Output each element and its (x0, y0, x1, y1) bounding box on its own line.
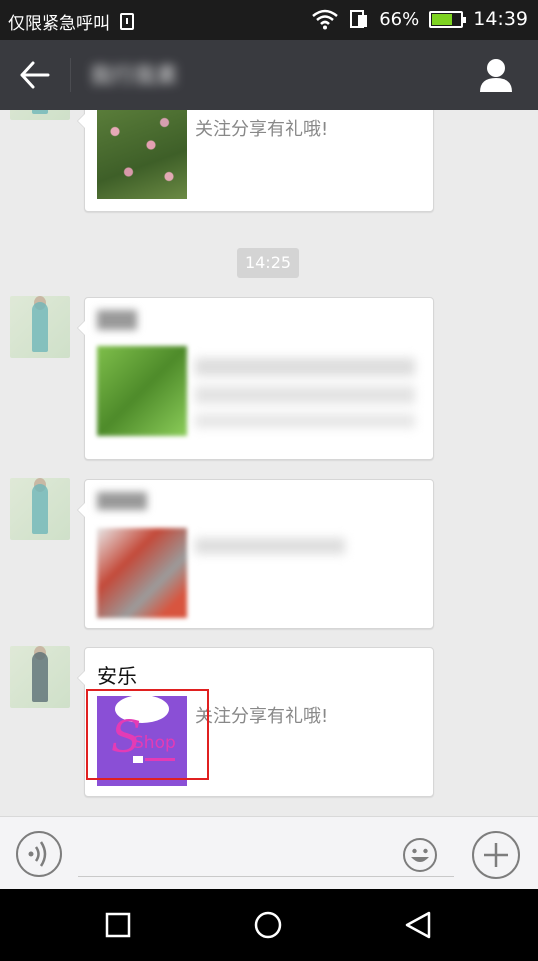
message-card[interactable] (77, 297, 434, 460)
arrow-left-icon[interactable] (14, 57, 56, 93)
card-text (195, 358, 415, 428)
status-bar: 仅限紧急呼叫 66% 14:39 (0, 0, 538, 40)
highlight-box (86, 689, 209, 780)
card-thumbnail (97, 528, 187, 618)
wifi-icon (312, 9, 339, 30)
battery-fill (432, 13, 453, 25)
recents-square-icon[interactable] (98, 905, 138, 945)
chat-area[interactable]: 关注分享有礼哦! 14:25 安乐 S Shop 关注分享有礼哦! (0, 110, 538, 816)
avatar[interactable] (10, 646, 70, 708)
plus-icon (484, 843, 508, 867)
carrier-text: 仅限紧急呼叫 (8, 14, 110, 34)
card-thumbnail (97, 346, 187, 436)
voice-icon (28, 841, 47, 867)
chat-header: 我行我素 (0, 40, 538, 110)
plus-button[interactable] (472, 831, 520, 879)
message-input[interactable] (78, 835, 454, 877)
avatar[interactable] (10, 110, 70, 120)
card-thumbnail (97, 110, 187, 199)
sender-name (97, 310, 137, 330)
avatar[interactable] (10, 478, 70, 540)
sim-card-icon (350, 10, 368, 28)
voice-button[interactable] (16, 831, 62, 877)
message-card[interactable] (77, 479, 434, 629)
status-left: 仅限紧急呼叫 (8, 9, 134, 34)
header-divider (70, 58, 71, 92)
card-text: 关注分享有礼哦! (195, 706, 329, 727)
battery-icon (429, 10, 467, 28)
status-time: 14:39 (473, 8, 528, 30)
smiley-icon[interactable] (402, 837, 438, 873)
sender-name: 安乐 (97, 664, 137, 688)
message-card[interactable]: 关注分享有礼哦! (77, 110, 434, 212)
card-text (195, 538, 345, 554)
avatar[interactable] (10, 296, 70, 358)
sender-name (97, 492, 147, 510)
system-nav-bar (0, 889, 538, 961)
home-circle-icon[interactable] (248, 905, 288, 945)
card-text: 关注分享有礼哦! (195, 119, 329, 140)
person-icon[interactable] (476, 56, 516, 94)
battery-percent: 66% (379, 8, 420, 30)
sim-icon (120, 13, 134, 30)
timestamp: 14:25 (237, 248, 299, 278)
status-right: 66% 14:39 (311, 8, 528, 30)
chat-title: 我行我素 (90, 64, 179, 89)
back-triangle-icon[interactable] (398, 905, 438, 945)
input-bar (0, 816, 538, 889)
